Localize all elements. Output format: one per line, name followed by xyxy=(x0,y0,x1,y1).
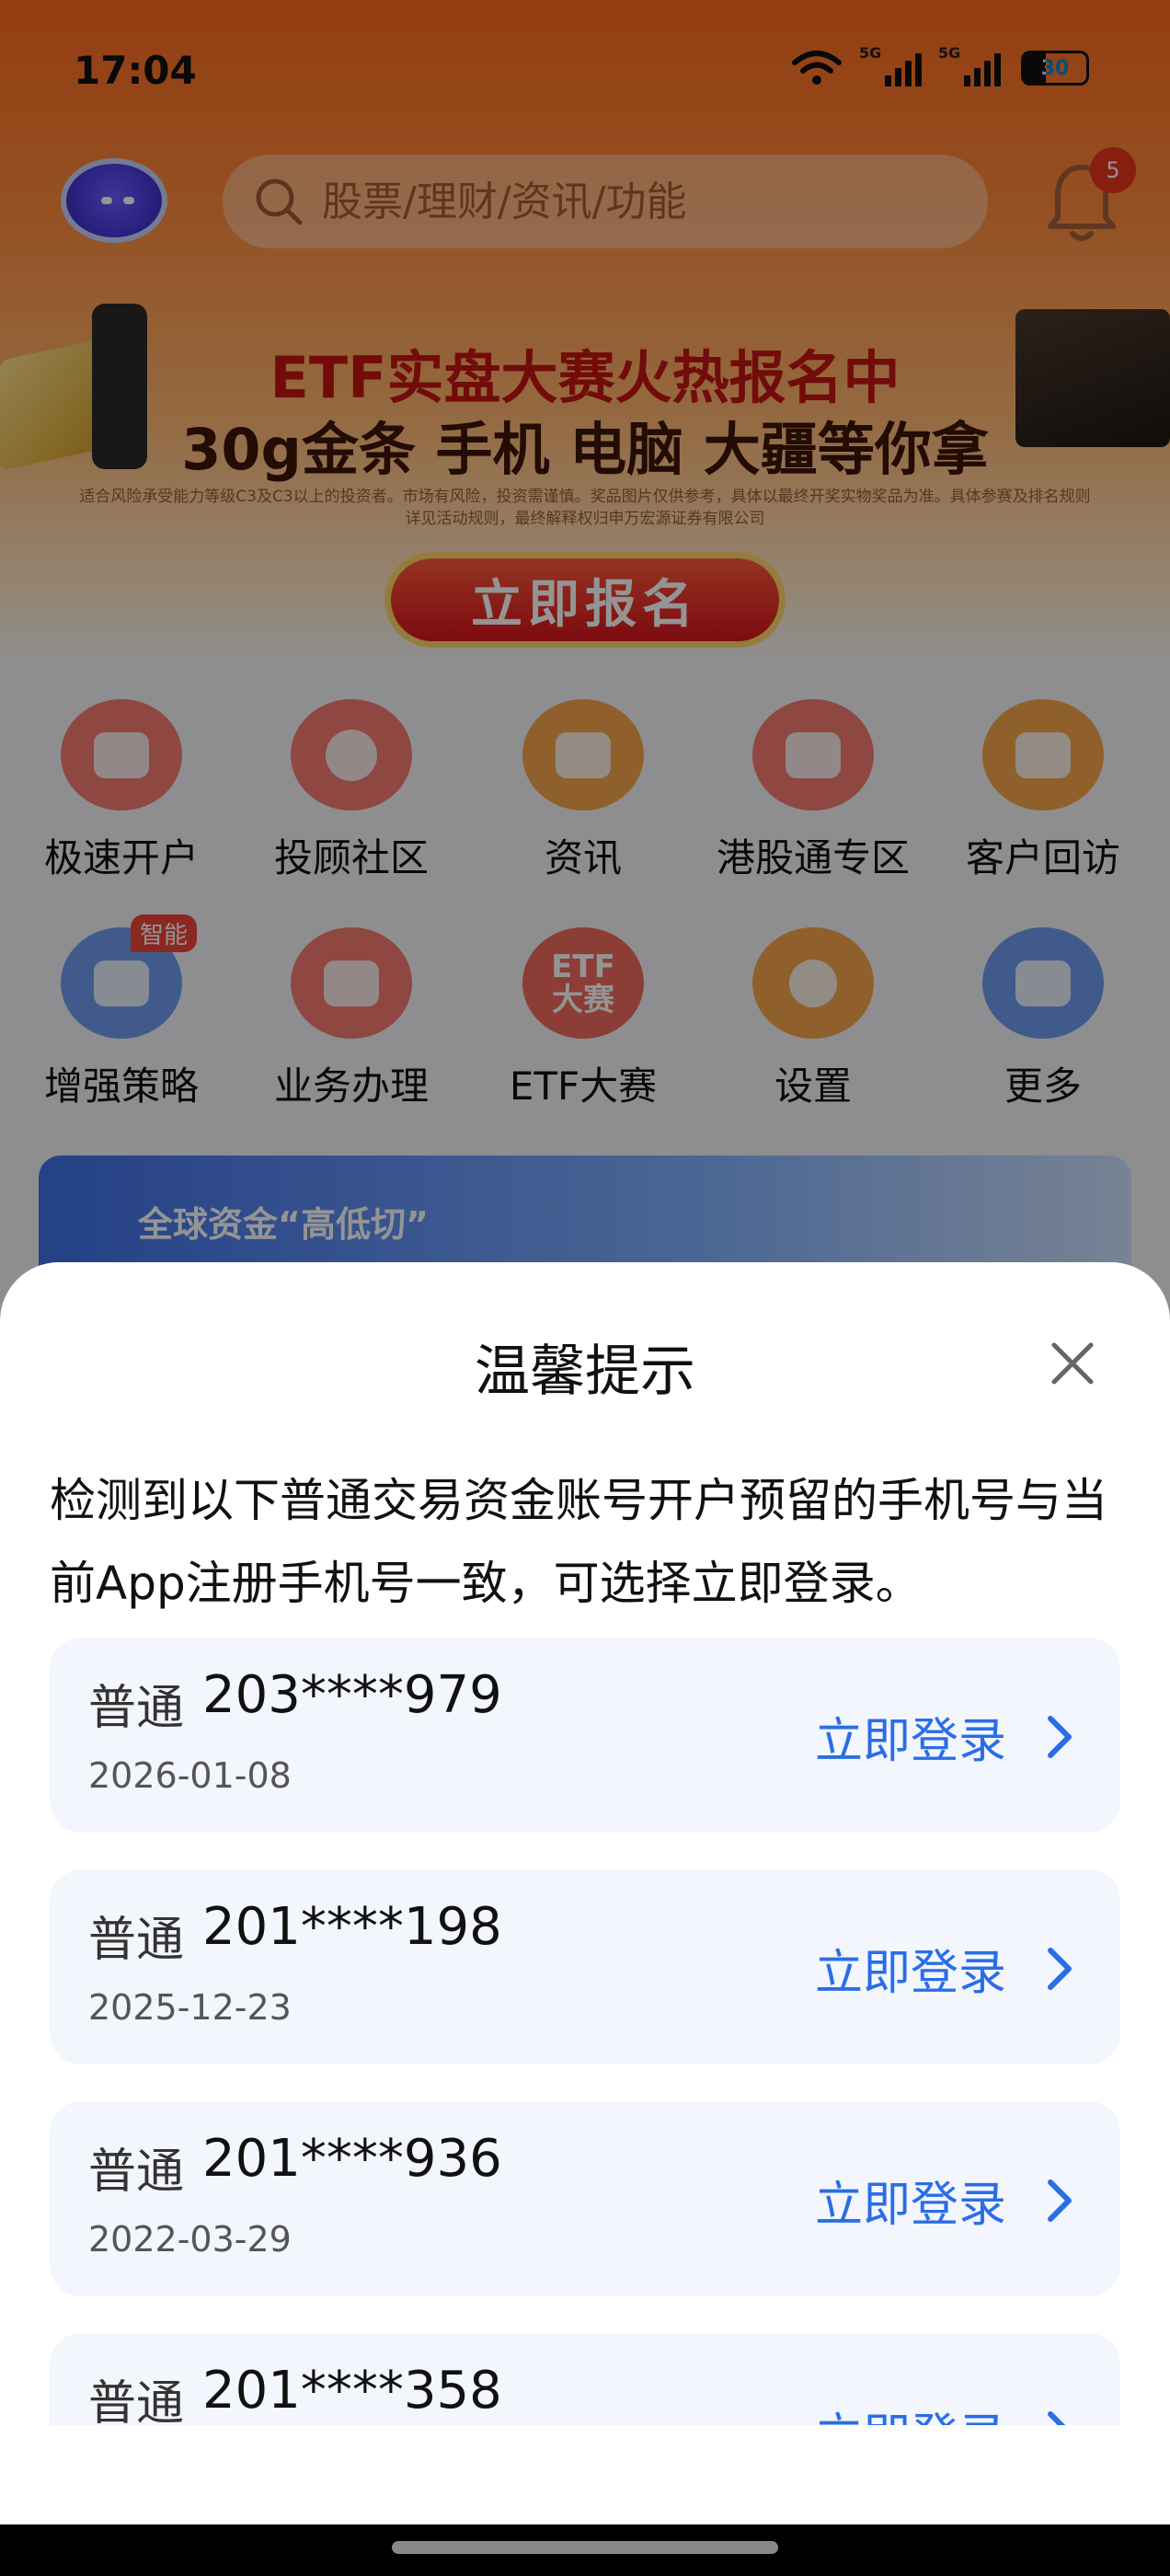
chevron-right-icon[interactable] xyxy=(1043,2175,1076,2226)
account-type: 普通 xyxy=(88,1913,185,1968)
chevron-right-icon[interactable] xyxy=(1043,1711,1076,1763)
account-card[interactable]: 普通 201****358 立即登录 xyxy=(50,2333,1120,2425)
login-prompt-sheet: 温馨提示 检测到以下普通交易资金账号开户预留的手机号与当前App注册手机号一致，… xyxy=(0,1262,1170,2524)
chevron-right-icon[interactable] xyxy=(1043,1943,1076,1995)
login-link[interactable]: 立即登录 xyxy=(815,1934,1006,2003)
account-type: 普通 xyxy=(88,1681,185,1736)
sheet-description: 检测到以下普通交易资金账号开户预留的手机号与当前App注册手机号一致，可选择立即… xyxy=(50,1474,1107,1610)
account-type: 普通 xyxy=(88,2145,185,2200)
sheet-title: 温馨提示 xyxy=(475,1340,695,1404)
account-card[interactable]: 普通 201****198 2025-12-23 立即登录 xyxy=(50,1869,1120,2064)
account-card[interactable]: 普通 203****979 2026-01-08 立即登录 xyxy=(50,1638,1120,1833)
account-date: 2025-12-23 xyxy=(88,1987,292,2028)
account-number: 203****979 xyxy=(202,1665,502,1725)
account-type: 普通 xyxy=(88,2376,185,2425)
login-link[interactable]: 立即登录 xyxy=(815,1702,1006,1771)
account-number: 201****936 xyxy=(202,2129,502,2189)
chevron-right-icon[interactable] xyxy=(1043,2407,1076,2425)
login-link[interactable]: 立即登录 xyxy=(815,2398,1006,2425)
account-number: 201****358 xyxy=(202,2361,502,2421)
account-card[interactable]: 普通 201****936 2022-03-29 立即登录 xyxy=(50,2101,1120,2296)
account-list[interactable]: 普通 203****979 2026-01-08 立即登录 普通 201****… xyxy=(50,1638,1120,2425)
close-icon[interactable] xyxy=(1045,1336,1100,1391)
account-date: 2026-01-08 xyxy=(88,1755,292,1796)
home-indicator[interactable] xyxy=(392,2541,778,2554)
login-link[interactable]: 立即登录 xyxy=(815,2166,1006,2235)
account-number: 201****198 xyxy=(202,1897,502,1957)
account-date: 2022-03-29 xyxy=(88,2219,292,2260)
